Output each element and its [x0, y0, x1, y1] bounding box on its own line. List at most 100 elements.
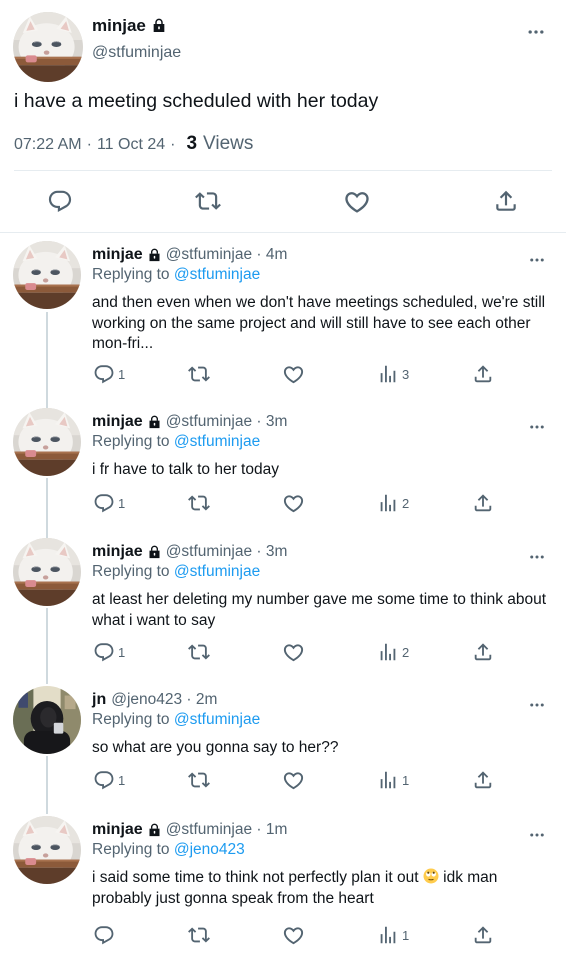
avatar[interactable]	[13, 12, 83, 82]
reply-icon	[94, 494, 114, 513]
lock-icon	[147, 415, 162, 430]
views-label: Views	[203, 133, 254, 154]
replying-prefix: Replying to	[92, 433, 170, 450]
share-button[interactable]	[493, 188, 519, 214]
author-name[interactable]: minjae	[92, 246, 143, 264]
views-button[interactable]: 2	[377, 492, 409, 514]
views-icon	[380, 926, 396, 944]
meta-separator: ·	[86, 136, 92, 153]
author-handle[interactable]: @stfuminjae	[92, 44, 181, 62]
replying-mention[interactable]: @stfuminjae	[174, 563, 260, 580]
more-icon[interactable]	[528, 826, 546, 844]
share-button[interactable]	[472, 641, 494, 663]
reply-icon	[94, 771, 114, 790]
author-name[interactable]: jn	[92, 691, 106, 709]
like-button[interactable]	[282, 924, 305, 947]
views-button[interactable]: 1	[377, 924, 409, 946]
tweet-text: i have a meeting scheduled with her toda…	[14, 90, 379, 112]
heart-icon	[283, 644, 304, 662]
more-icon[interactable]	[528, 696, 546, 714]
reply-action-bar: 1 2	[0, 492, 566, 518]
view-count: 2	[402, 495, 410, 511]
retweet-icon	[188, 495, 210, 511]
reply-button[interactable]	[47, 188, 73, 214]
reply-header: jn @jeno423 · 2m	[92, 691, 217, 709]
more-icon[interactable]	[528, 548, 546, 566]
reply-count: 1	[118, 644, 126, 660]
reply-button[interactable]: 1	[93, 492, 125, 514]
like-button[interactable]	[282, 769, 305, 792]
reply-action-bar: 1 3	[0, 363, 566, 389]
reply-action-bar: 1 1	[0, 769, 566, 795]
views-button[interactable]: 1	[377, 769, 409, 791]
replying-to: Replying to @stfuminjae	[92, 711, 260, 729]
reply-button[interactable]	[93, 924, 115, 946]
replying-prefix: Replying to	[92, 711, 170, 728]
avatar[interactable]	[13, 241, 81, 309]
retweet-button[interactable]	[188, 492, 210, 514]
share-button[interactable]	[472, 924, 494, 946]
avatar[interactable]	[13, 686, 81, 754]
views-button[interactable]: 2	[377, 641, 409, 663]
tweet-time[interactable]: 07:22 AM	[14, 136, 82, 154]
more-icon[interactable]	[528, 251, 546, 269]
replying-to: Replying to @jeno423	[92, 841, 245, 859]
retweet-button[interactable]	[188, 363, 210, 385]
reply-header: minjae @stfuminjae · 3m	[92, 543, 287, 561]
avatar[interactable]	[13, 816, 81, 884]
heart-icon	[283, 366, 304, 384]
handle-time[interactable]: @stfuminjae · 3m	[166, 413, 288, 431]
retweet-button[interactable]	[188, 924, 210, 946]
retweet-icon	[188, 772, 210, 788]
like-button[interactable]	[282, 641, 305, 664]
replying-mention[interactable]: @jeno423	[174, 841, 245, 858]
handle-time[interactable]: @stfuminjae · 4m	[166, 246, 288, 264]
views-icon	[380, 771, 396, 789]
reply-button[interactable]: 1	[93, 641, 125, 663]
share-button[interactable]	[472, 769, 494, 791]
reply-button[interactable]: 1	[93, 363, 125, 385]
like-button[interactable]	[282, 363, 305, 386]
reply-text: at least her deleting my number gave me …	[92, 591, 547, 629]
avatar[interactable]	[13, 408, 81, 476]
reply-text-part: i said some time to think not perfectly …	[92, 869, 423, 886]
reply-text: and then even when we don't have meeting…	[92, 294, 546, 352]
reply-header: minjae @stfuminjae · 1m	[92, 821, 287, 839]
replying-to: Replying to @stfuminjae	[92, 433, 260, 451]
retweet-icon	[188, 644, 210, 660]
share-icon	[474, 494, 492, 512]
replying-prefix: Replying to	[92, 266, 170, 283]
views-icon	[380, 494, 396, 512]
author-name[interactable]: minjae	[92, 16, 146, 36]
more-icon[interactable]	[528, 418, 546, 436]
share-button[interactable]	[472, 492, 494, 514]
share-button[interactable]	[472, 363, 494, 385]
author-name[interactable]: minjae	[92, 821, 143, 839]
retweet-icon	[195, 192, 221, 210]
author-name[interactable]: minjae	[92, 413, 143, 431]
replying-mention[interactable]: @stfuminjae	[174, 433, 260, 450]
handle-time[interactable]: @stfuminjae · 1m	[166, 821, 288, 839]
handle-time[interactable]: @jeno423 · 2m	[111, 691, 217, 709]
author-name[interactable]: minjae	[92, 543, 143, 561]
replying-mention[interactable]: @stfuminjae	[174, 266, 260, 283]
retweet-button[interactable]	[188, 769, 210, 791]
heart-icon	[283, 495, 304, 513]
like-button[interactable]	[282, 492, 305, 515]
replying-mention[interactable]: @stfuminjae	[174, 711, 260, 728]
tweet-date[interactable]: 11 Oct 24	[97, 136, 165, 154]
thread-line	[46, 312, 48, 408]
more-icon[interactable]	[526, 22, 546, 42]
retweet-button[interactable]	[188, 641, 210, 663]
retweet-button[interactable]	[195, 188, 221, 214]
like-button[interactable]	[343, 188, 371, 216]
lock-icon	[147, 248, 162, 263]
reply-button[interactable]: 1	[93, 769, 125, 791]
avatar[interactable]	[13, 538, 81, 606]
view-count: 1	[402, 927, 410, 943]
handle-time[interactable]: @stfuminjae · 3m	[166, 543, 288, 561]
replying-prefix: Replying to	[92, 841, 170, 858]
views-button[interactable]: 3	[377, 363, 409, 385]
heart-icon	[283, 927, 304, 945]
share-icon	[474, 643, 492, 661]
